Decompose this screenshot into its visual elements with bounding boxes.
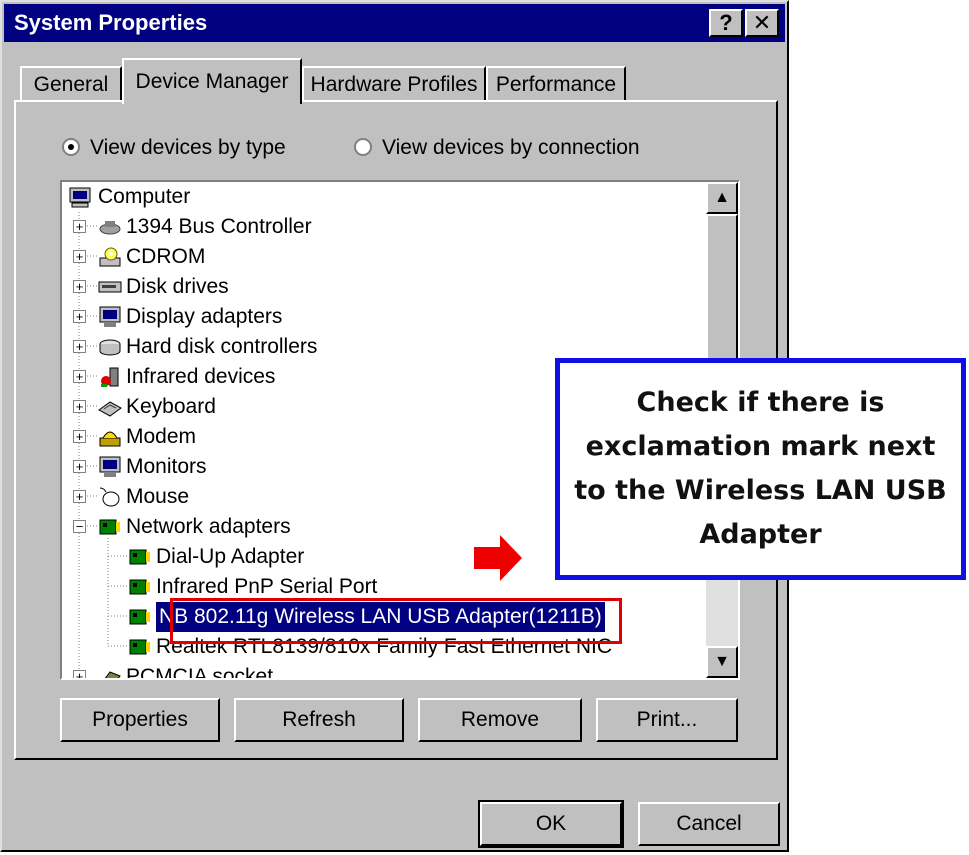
network-card-icon <box>129 549 150 565</box>
tree-item-label: Dial-Up Adapter <box>156 545 305 568</box>
expand-plus-icon[interactable]: + <box>73 220 86 233</box>
scroll-down-arrow-icon[interactable]: ▼ <box>706 646 738 678</box>
monitor-icon <box>99 456 121 477</box>
help-button[interactable]: ? <box>709 9 743 37</box>
network-icon <box>99 519 120 535</box>
view-by-connection-label: View devices by connection <box>382 136 640 159</box>
expand-plus-icon[interactable]: + <box>73 490 86 503</box>
tab-hardware-profiles[interactable]: Hardware Profiles <box>302 66 486 102</box>
network-card-icon <box>129 609 150 625</box>
tab-device-manager[interactable]: Device Manager <box>122 58 302 104</box>
tree-item-label: Network adapters <box>126 515 291 538</box>
instruction-callout: Check if there is exclamation mark next … <box>555 358 966 580</box>
pcmcia-icon <box>104 671 121 678</box>
window-title: System Properties <box>14 10 208 35</box>
expand-plus-icon[interactable]: + <box>73 460 86 473</box>
tree-item-label: Modem <box>126 425 197 448</box>
collapse-minus-icon[interactable]: − <box>73 520 86 533</box>
tree-root-label: Computer <box>98 185 191 208</box>
arrow-right-icon <box>474 535 522 581</box>
computer-icon <box>69 187 91 208</box>
tab-general[interactable]: General <box>20 66 122 102</box>
expand-plus-icon[interactable]: + <box>73 370 86 383</box>
tree-item-label: Infrared devices <box>126 365 276 388</box>
mouse-icon <box>99 487 120 507</box>
view-by-type-option[interactable]: View devices by type <box>62 134 286 162</box>
keyboard-icon <box>98 401 122 417</box>
ok-button[interactable]: OK <box>478 800 624 848</box>
infrared-icon <box>101 367 119 387</box>
modem-icon <box>99 431 121 447</box>
bus-icon <box>99 221 121 235</box>
disk-icon <box>98 281 122 293</box>
cancel-button[interactable]: Cancel <box>638 802 780 846</box>
monitor-icon <box>99 306 121 327</box>
tree-item-label: Keyboard <box>126 395 216 418</box>
properties-button[interactable]: Properties <box>60 698 220 742</box>
tree-item-label: PCMCIA socket <box>126 665 274 680</box>
tree-item-label: Display adapters <box>126 305 283 328</box>
expand-plus-icon[interactable]: + <box>73 340 86 353</box>
title-bar[interactable]: System Properties ? ✕ <box>4 4 785 42</box>
expand-plus-icon[interactable]: + <box>73 310 86 323</box>
expand-plus-icon[interactable]: + <box>73 430 86 443</box>
network-card-icon <box>129 639 150 655</box>
callout-text: Check if there is exclamation mark next … <box>574 387 947 550</box>
cdrom-icon <box>99 247 121 267</box>
tree-item-label: Hard disk controllers <box>126 335 318 358</box>
radio-unchecked-icon[interactable] <box>354 138 372 156</box>
tree-item-label: Disk drives <box>126 275 229 298</box>
scroll-up-arrow-icon[interactable]: ▲ <box>706 182 738 214</box>
tab-performance[interactable]: Performance <box>486 66 626 102</box>
tree-item-label: 1394 Bus Controller <box>126 215 312 238</box>
tree-item-label: CDROM <box>126 245 206 268</box>
network-card-icon <box>129 579 150 595</box>
tree-item-label: Mouse <box>126 485 190 508</box>
print-button[interactable]: Print... <box>596 698 738 742</box>
remove-button[interactable]: Remove <box>418 698 582 742</box>
expand-plus-icon[interactable]: + <box>73 400 86 413</box>
tree-item-label: Monitors <box>126 455 207 478</box>
radio-checked-icon[interactable] <box>62 138 80 156</box>
controller-icon <box>99 339 121 356</box>
expand-plus-icon[interactable]: + <box>73 250 86 263</box>
expand-plus-icon[interactable]: + <box>73 280 86 293</box>
expand-plus-icon[interactable]: + <box>73 670 86 678</box>
refresh-button[interactable]: Refresh <box>234 698 404 742</box>
close-button[interactable]: ✕ <box>745 9 779 37</box>
highlight-box <box>170 598 622 644</box>
view-by-type-label: View devices by type <box>90 136 286 159</box>
view-by-connection-option[interactable]: View devices by connection <box>354 134 640 162</box>
